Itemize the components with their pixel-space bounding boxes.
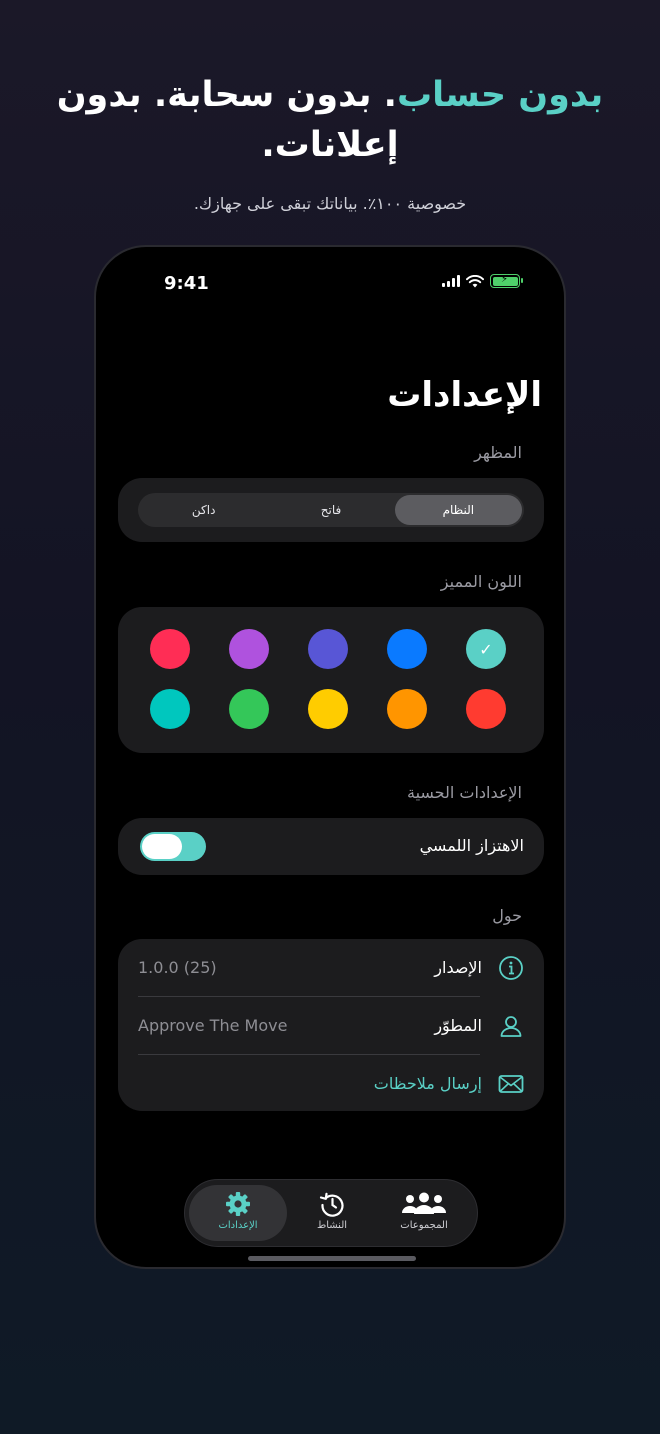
battery-icon: ⚡ (490, 274, 523, 288)
developer-label: المطوّر (434, 1016, 482, 1035)
person-icon (500, 1016, 522, 1037)
about-section-label: حول (492, 906, 522, 925)
appearance-card: النظام فاتح داكن (118, 478, 544, 542)
accent-color-swatch[interactable] (150, 689, 190, 729)
accent-color-swatch[interactable] (308, 689, 348, 729)
haptics-card: الاهتزاز اللمسي (118, 818, 544, 875)
tab-groups[interactable]: المجموعات (375, 1185, 473, 1241)
info-icon (499, 956, 523, 980)
hero: بدون حساب. بدون سحابة. بدون إعلانات. خصو… (0, 70, 660, 213)
appearance-segmented-control: النظام فاتح داكن (138, 493, 524, 527)
tab-settings-label: الإعدادات (218, 1220, 258, 1231)
wifi-icon (466, 274, 484, 287)
home-indicator (248, 1256, 416, 1261)
version-value: 1.0.0 (25) (138, 958, 217, 977)
about-row-developer: المطوّر Approve The Move (118, 997, 544, 1055)
tab-groups-label: المجموعات (400, 1220, 448, 1231)
accent-color-swatch[interactable] (229, 689, 269, 729)
accent-color-swatch[interactable] (387, 689, 427, 729)
version-label: الإصدار (434, 958, 482, 977)
phone-frame: 9:41 ⚡ الإعدادات المظهر النظام فاتح داكن… (94, 245, 566, 1269)
checkmark-icon: ✓ (479, 639, 493, 659)
accent-color-swatch[interactable] (150, 629, 190, 669)
haptics-section-label: الإعدادات الحسية (406, 783, 522, 802)
appearance-option-dark[interactable]: داكن (140, 495, 267, 525)
signal-icon (442, 275, 460, 287)
haptics-toggle[interactable] (140, 832, 206, 861)
hero-headline-accent: بدون حساب (396, 75, 604, 115)
accent-color-swatch[interactable] (466, 689, 506, 729)
about-card: الإصدار 1.0.0 (25) المطوّر Approve The M… (118, 939, 544, 1111)
tab-bar: الإعدادات النشاط المجموعات (184, 1179, 478, 1247)
gear-icon (226, 1192, 250, 1216)
clock-history-icon (319, 1192, 344, 1217)
developer-value: Approve The Move (138, 1016, 288, 1035)
hero-headline-rest: . بدون سحابة. بدون إعلانات. (56, 75, 399, 165)
appearance-section-label: المظهر (474, 443, 522, 462)
hero-headline: بدون حساب. بدون سحابة. بدون إعلانات. (50, 70, 610, 170)
accent-color-swatch[interactable] (229, 629, 269, 669)
about-row-version: الإصدار 1.0.0 (25) (118, 939, 544, 997)
page-title: الإعدادات (387, 375, 542, 415)
status-time: 9:41 (164, 273, 209, 294)
haptics-label: الاهتزاز اللمسي (419, 836, 524, 855)
tab-activity[interactable]: النشاط (283, 1185, 381, 1241)
send-feedback-row[interactable]: إرسال ملاحظات (118, 1055, 544, 1113)
appearance-option-system[interactable]: النظام (394, 495, 522, 525)
accent-color-card: ✓ (118, 607, 544, 753)
send-feedback-label[interactable]: إرسال ملاحظات (374, 1074, 482, 1093)
accent-section-label: اللون المميز (440, 572, 522, 591)
toggle-knob (142, 834, 182, 859)
hero-subline: خصوصية ١٠٠٪. بياناتك تبقى على جهازك. (193, 194, 467, 213)
accent-color-swatch[interactable] (387, 629, 427, 669)
tab-settings[interactable]: الإعدادات (189, 1185, 287, 1241)
appearance-option-light[interactable]: فاتح (267, 495, 394, 525)
tab-activity-label: النشاط (316, 1220, 348, 1231)
accent-color-swatch[interactable]: ✓ (466, 629, 506, 669)
people-icon (402, 1192, 446, 1214)
accent-color-swatch[interactable] (308, 629, 348, 669)
envelope-icon (498, 1075, 524, 1093)
accent-color-swatches: ✓ (132, 607, 530, 753)
status-icons: ⚡ (442, 274, 523, 288)
